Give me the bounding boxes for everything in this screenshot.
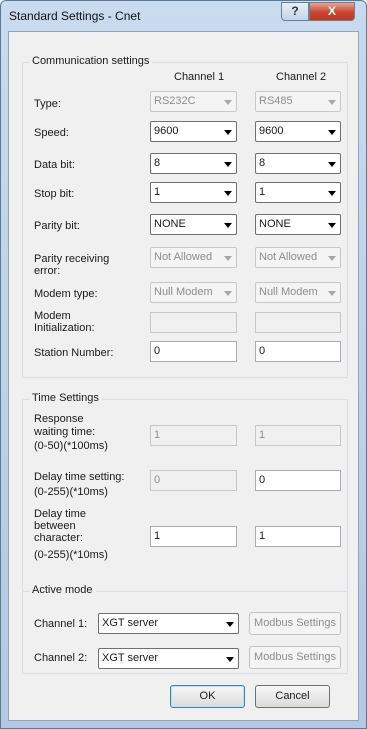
chevron-down-icon	[224, 256, 232, 261]
active-ch1-select[interactable]: XGT server	[98, 613, 239, 634]
title-bar[interactable]: Standard Settings - Cnet ? X	[1, 1, 366, 31]
stop-bit-ch1-select[interactable]: 1	[150, 182, 237, 203]
response-label-line3: (0-50)(*100ms)	[34, 440, 108, 452]
speed-ch2-select[interactable]: 9600	[255, 121, 341, 142]
speed-ch2-value: 9600	[259, 125, 284, 137]
response-label-line1: Response	[34, 413, 84, 425]
active-ch2-select[interactable]: XGT server	[98, 648, 239, 669]
delay-ch2-value: 0	[259, 474, 266, 486]
modem-type-label: Modem type:	[34, 288, 98, 300]
data-bit-label: Data bit:	[34, 159, 75, 171]
chevron-down-icon	[224, 223, 232, 228]
type-ch2-select[interactable]: RS485	[255, 91, 341, 112]
type-ch1-select[interactable]: RS232C	[150, 91, 237, 112]
chevron-down-icon	[224, 191, 232, 196]
active-ch2-value: XGT server	[102, 652, 159, 664]
channel-2-header: Channel 2	[276, 71, 327, 83]
parity-bit-ch1-value: NONE	[154, 218, 186, 230]
window-title: Standard Settings - Cnet	[9, 9, 141, 23]
station-number-ch1-input[interactable]: 0	[150, 341, 237, 362]
chevron-down-icon	[224, 291, 232, 296]
chevron-down-icon	[328, 130, 336, 135]
help-button[interactable]: ?	[281, 2, 309, 21]
parity-error-ch1-value: Not Allowed	[154, 251, 213, 263]
modem-init-ch2-input[interactable]	[255, 312, 341, 333]
speed-ch1-select[interactable]: 9600	[150, 121, 237, 142]
active-mode-title: Active mode	[29, 584, 96, 596]
chevron-down-icon	[328, 100, 336, 105]
delay-between-label-line4: (0-255)(*10ms)	[34, 549, 108, 561]
station-number-ch2-value: 0	[259, 345, 266, 357]
time-settings-title: Time Settings	[29, 392, 102, 404]
modbus-settings-ch1-button[interactable]: Modbus Settings	[249, 612, 341, 635]
delay-between-ch2-value: 1	[259, 530, 266, 542]
delay-ch2-input[interactable]: 0	[255, 470, 341, 491]
chevron-down-icon	[224, 130, 232, 135]
type-ch1-value: RS232C	[154, 95, 196, 107]
delay-between-ch1-input[interactable]: 1	[150, 526, 237, 547]
response-label-line2: waiting time:	[34, 426, 96, 438]
delay-between-ch2-input[interactable]: 1	[255, 526, 341, 547]
stop-bit-ch2-value: 1	[259, 186, 266, 198]
chevron-down-icon	[328, 191, 336, 196]
stop-bit-ch2-select[interactable]: 1	[255, 182, 341, 203]
chevron-down-icon	[328, 223, 336, 228]
data-bit-ch2-select[interactable]: 8	[255, 153, 341, 174]
parity-bit-ch2-value: NONE	[259, 218, 291, 230]
chevron-down-icon	[224, 162, 232, 167]
cancel-button[interactable]: Cancel	[255, 685, 330, 708]
parity-error-ch1-select[interactable]: Not Allowed	[150, 247, 237, 268]
modem-type-ch1-select[interactable]: Null Modem	[150, 282, 237, 303]
chevron-down-icon	[224, 100, 232, 105]
data-bit-ch1-select[interactable]: 8	[150, 153, 237, 174]
chevron-down-icon	[328, 256, 336, 261]
modem-type-ch1-value: Null Modem	[154, 286, 213, 298]
modbus-settings-ch2-button[interactable]: Modbus Settings	[249, 646, 341, 669]
chevron-down-icon	[226, 657, 234, 662]
parity-error-ch2-select[interactable]: Not Allowed	[255, 247, 341, 268]
dialog-client-area: Communication settings Channel 1 Channel…	[8, 31, 359, 721]
stop-bit-label: Stop bit:	[34, 188, 75, 200]
parity-error-label-line2: error:	[34, 265, 61, 277]
modem-init-label-line2: Initialization:	[34, 322, 95, 334]
station-number-label: Station Number:	[34, 347, 114, 359]
type-ch2-value: RS485	[259, 95, 293, 107]
delay-ch1-input[interactable]: 0	[150, 470, 237, 491]
speed-ch1-value: 9600	[154, 125, 179, 137]
parity-error-ch2-value: Not Allowed	[259, 251, 318, 263]
parity-bit-label: Parity bit:	[34, 220, 80, 232]
modem-type-ch2-select[interactable]: Null Modem	[255, 282, 341, 303]
dialog-window: Standard Settings - Cnet ? X Communicati…	[0, 0, 367, 729]
delay-ch1-value: 0	[154, 474, 161, 486]
delay-between-ch1-value: 1	[154, 530, 161, 542]
station-number-ch2-input[interactable]: 0	[255, 341, 341, 362]
speed-label: Speed:	[34, 127, 69, 139]
communication-settings-title: Communication settings	[29, 55, 153, 67]
type-label: Type:	[34, 98, 61, 110]
delay-label-line2: (0-255)(*10ms)	[34, 486, 108, 498]
active-ch1-value: XGT server	[102, 617, 159, 629]
station-number-ch1-value: 0	[154, 345, 161, 357]
delay-label-line1: Delay time setting:	[34, 471, 125, 483]
modem-type-ch2-value: Null Modem	[259, 286, 318, 298]
close-button[interactable]: X	[309, 2, 355, 21]
response-ch1-input[interactable]: 1	[150, 425, 237, 446]
delay-between-label-line3: character:	[34, 532, 83, 544]
response-ch2-value: 1	[259, 429, 266, 441]
response-ch1-value: 1	[154, 429, 161, 441]
chevron-down-icon	[226, 622, 234, 627]
active-ch2-label: Channel 2:	[34, 652, 88, 664]
stop-bit-ch1-value: 1	[154, 186, 161, 198]
parity-bit-ch1-select[interactable]: NONE	[150, 214, 237, 235]
data-bit-ch1-value: 8	[154, 157, 161, 169]
response-ch2-input[interactable]: 1	[255, 425, 341, 446]
chevron-down-icon	[328, 162, 336, 167]
channel-1-header: Channel 1	[174, 71, 225, 83]
ok-button[interactable]: OK	[170, 685, 245, 708]
modem-init-ch1-input[interactable]	[150, 312, 237, 333]
chevron-down-icon	[328, 291, 336, 296]
data-bit-ch2-value: 8	[259, 157, 266, 169]
active-ch1-label: Channel 1:	[34, 618, 88, 630]
parity-bit-ch2-select[interactable]: NONE	[255, 214, 341, 235]
